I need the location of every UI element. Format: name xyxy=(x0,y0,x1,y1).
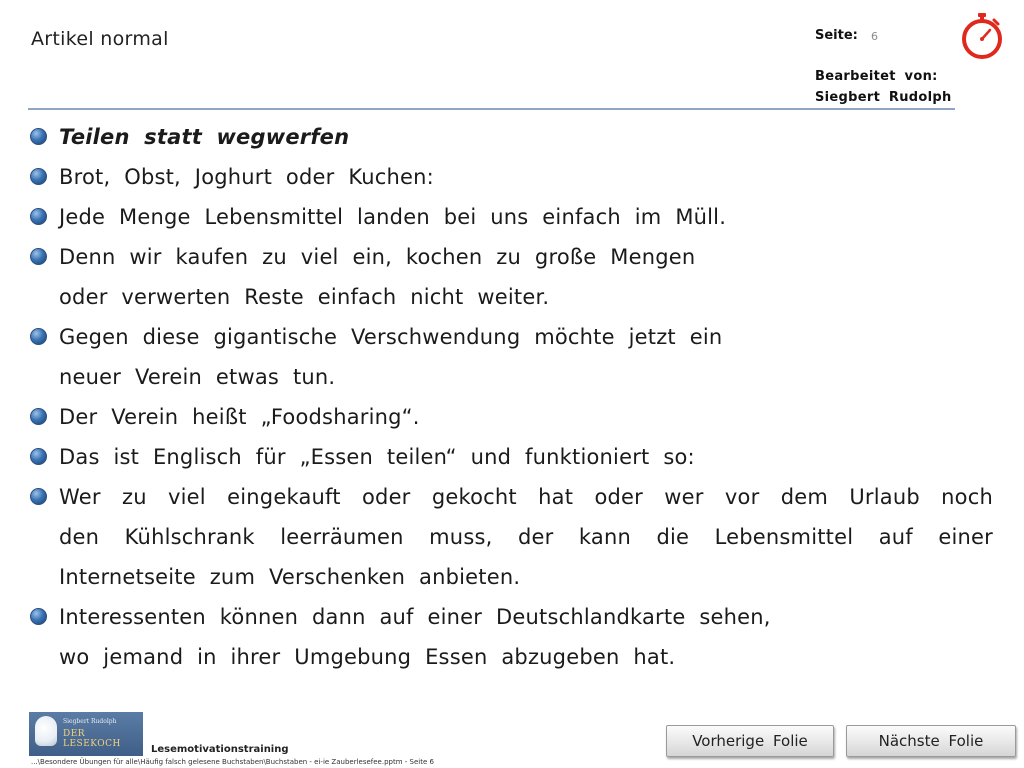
stopwatch-icon[interactable] xyxy=(958,12,1006,60)
bullet-item: Teilen statt wegwerfen xyxy=(28,117,993,157)
bullet-icon xyxy=(30,488,47,505)
bullet-line: oder verwerten Reste einfach nicht weite… xyxy=(59,285,550,309)
edited-by-label: Bearbeitet von: xyxy=(815,69,938,84)
bullet-line: Internetseite zum Verschenken anbieten. xyxy=(59,565,521,589)
bullet-icon xyxy=(30,408,47,425)
page-title: Artikel normal xyxy=(31,28,169,50)
bullet-item: Wer zu viel eingekauft oder gekocht hat … xyxy=(28,477,993,597)
leseskoch-logo[interactable]: Siegbert Rudolph DER LESEKOCH xyxy=(29,712,143,756)
next-slide-button[interactable]: Nächste Folie xyxy=(846,725,1016,757)
bullet-line: Interessenten können dann auf einer Deut… xyxy=(59,605,771,629)
bullet-line: Das ist Englisch für „Essen teilen“ und … xyxy=(59,445,695,469)
logo-brand: DER LESEKOCH xyxy=(63,729,121,749)
bullet-line: wo jemand in ihrer Umgebung Essen abzuge… xyxy=(59,645,676,669)
bullet-item: Der Verein heißt „Foodsharing“. xyxy=(28,397,993,437)
bullet-icon xyxy=(30,248,47,265)
bullet-list: Teilen statt wegwerfen Brot, Obst, Joghur… xyxy=(28,117,993,677)
bullet-line: Gegen diese gigantische Verschwendung mö… xyxy=(59,325,723,349)
bullet-line: Denn wir kaufen zu viel ein, kochen zu g… xyxy=(59,245,696,269)
page-label: Seite: xyxy=(815,28,858,43)
bullet-icon xyxy=(30,168,47,185)
bullet-line: den Kühlschrank leerräumen muss, der kan… xyxy=(59,525,993,549)
footer-file-path: ...\Besondere Übungen für alle\Häufig fa… xyxy=(31,758,434,766)
lightbulb-icon xyxy=(35,716,57,746)
previous-slide-button[interactable]: Vorherige Folie xyxy=(666,725,834,757)
edited-by-block: Bearbeitet von: Siegbert Rudolph xyxy=(815,66,952,108)
logo-author: Siegbert Rudolph xyxy=(63,718,117,725)
bullet-icon xyxy=(30,608,47,625)
bullet-item: Das ist Englisch für „Essen teilen“ und … xyxy=(28,437,993,477)
bullet-item: Jede Menge Lebensmittel landen bei uns e… xyxy=(28,197,993,237)
bullet-line: Jede Menge Lebensmittel landen bei uns e… xyxy=(59,205,727,229)
bullet-icon xyxy=(30,128,47,145)
bullet-line: neuer Verein etwas tun. xyxy=(59,365,336,389)
page-number: 6 xyxy=(871,30,878,43)
bullet-line: Brot, Obst, Joghurt oder Kuchen: xyxy=(59,165,434,189)
bullet-line: Wer zu viel eingekauft oder gekocht hat … xyxy=(59,485,993,509)
bullet-line: Teilen statt wegwerfen xyxy=(59,125,350,149)
bullet-icon xyxy=(30,208,47,225)
bullet-item: Gegen diese gigantische Verschwendung mö… xyxy=(28,317,993,397)
bullet-item: Denn wir kaufen zu viel ein, kochen zu g… xyxy=(28,237,993,317)
editor-name: Siegbert Rudolph xyxy=(815,90,952,105)
bullet-icon xyxy=(30,448,47,465)
bullet-item: Brot, Obst, Joghurt oder Kuchen: xyxy=(28,157,993,197)
bullet-item: Interessenten können dann auf einer Deut… xyxy=(28,597,993,677)
bullet-icon xyxy=(30,328,47,345)
header-divider xyxy=(28,108,955,110)
bullet-line: Der Verein heißt „Foodsharing“. xyxy=(59,405,420,429)
footer-title: Lesemotivationstraining xyxy=(151,744,289,755)
